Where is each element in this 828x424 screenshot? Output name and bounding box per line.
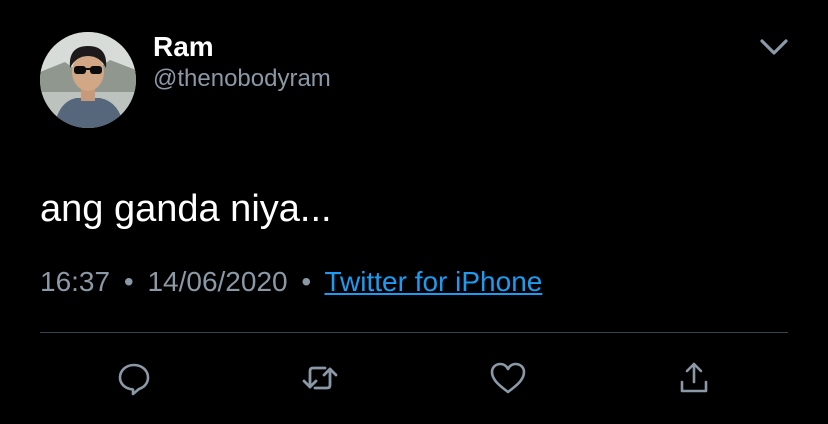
- divider: [40, 332, 788, 333]
- meta-separator: •: [123, 266, 134, 297]
- heart-icon: [489, 361, 527, 395]
- display-name[interactable]: Ram: [153, 31, 214, 63]
- retweet-icon: [301, 361, 339, 395]
- retweet-button[interactable]: [300, 358, 340, 398]
- reply-button[interactable]: [114, 358, 154, 398]
- tweet-meta: 16:37 • 14/06/2020 • Twitter for iPhone: [40, 264, 542, 300]
- reply-icon: [116, 360, 152, 396]
- chevron-down-icon[interactable]: [756, 32, 792, 62]
- share-button[interactable]: [674, 358, 714, 398]
- avatar[interactable]: [40, 32, 136, 128]
- share-icon: [677, 360, 711, 396]
- like-button[interactable]: [488, 358, 528, 398]
- meta-separator: •: [301, 266, 312, 297]
- user-handle[interactable]: @thenobodyram: [153, 64, 331, 94]
- source-link[interactable]: Twitter for iPhone: [324, 266, 542, 297]
- tweet-time: 16:37: [40, 266, 111, 297]
- tweet-text: ang ganda niya...: [40, 188, 332, 230]
- tweet-date: 14/06/2020: [147, 266, 288, 297]
